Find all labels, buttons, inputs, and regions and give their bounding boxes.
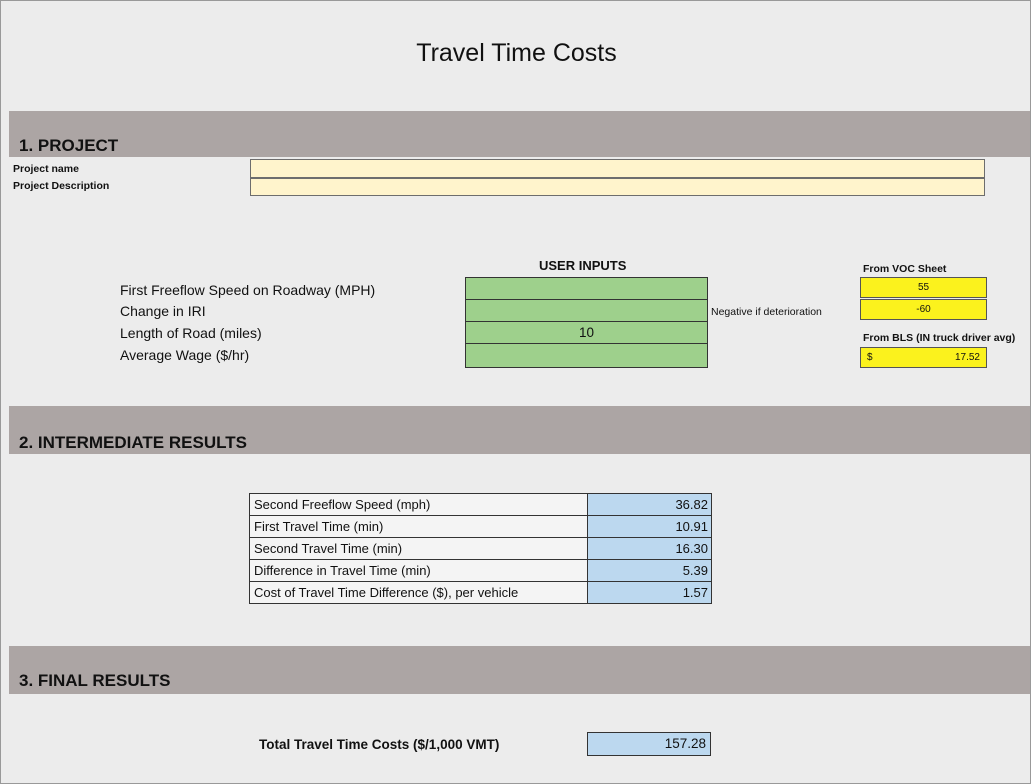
section-band-intermediate: 2. INTERMEDIATE RESULTS [9, 406, 1030, 454]
project-description-field[interactable] [250, 178, 985, 196]
negative-deterioration-note: Negative if deterioration [711, 306, 822, 318]
section-title-final: 3. FINAL RESULTS [19, 671, 171, 690]
section-band-project: 1. PROJECT [9, 111, 1030, 157]
result-value: 5.39 [587, 559, 712, 582]
bls-wage-amount: 17.52 [954, 352, 980, 363]
bls-header: From BLS (IN truck driver avg) [863, 332, 1016, 344]
travel-time-cost-sheet: Travel Time Costs 1. PROJECT Project nam… [0, 0, 1031, 784]
result-label: Second Freeflow Speed (mph) [249, 493, 588, 516]
result-value: 10.91 [587, 515, 712, 538]
table-row: Second Travel Time (min) 16.30 [249, 537, 712, 560]
road-length-input[interactable]: 10 [465, 321, 708, 344]
voc-sheet-header: From VOC Sheet [863, 263, 947, 275]
change-iri-label: Change in IRI [120, 303, 206, 319]
section-band-final: 3. FINAL RESULTS [9, 646, 1030, 694]
average-wage-label: Average Wage ($/hr) [120, 347, 250, 363]
voc-iri-value: -60 [860, 299, 987, 320]
average-wage-input[interactable] [465, 343, 708, 368]
result-value: 1.57 [587, 581, 712, 604]
section-title-intermediate: 2. INTERMEDIATE RESULTS [19, 433, 247, 452]
result-value: 36.82 [587, 493, 712, 516]
project-name-label: Project name [13, 163, 79, 175]
user-inputs-header: USER INPUTS [539, 258, 627, 273]
page-title: Travel Time Costs [416, 39, 617, 67]
freeflow-speed-label: First Freeflow Speed on Roadway (MPH) [120, 282, 376, 298]
project-description-label: Project Description [13, 180, 110, 192]
freeflow-speed-input[interactable] [465, 277, 708, 300]
currency-symbol: $ [867, 352, 873, 363]
project-name-field[interactable] [250, 159, 985, 178]
result-value: 16.30 [587, 537, 712, 560]
result-label: First Travel Time (min) [249, 515, 588, 538]
result-label: Cost of Travel Time Difference ($), per … [249, 581, 588, 604]
table-row: First Travel Time (min) 10.91 [249, 515, 712, 538]
result-label: Second Travel Time (min) [249, 537, 588, 560]
table-row: Cost of Travel Time Difference ($), per … [249, 581, 712, 604]
table-row: Second Freeflow Speed (mph) 36.82 [249, 493, 712, 516]
bls-wage-value: $ 17.52 [860, 347, 987, 368]
road-length-label: Length of Road (miles) [120, 325, 262, 341]
section-title-project: 1. PROJECT [19, 136, 119, 155]
change-iri-input[interactable] [465, 299, 708, 322]
result-label: Difference in Travel Time (min) [249, 559, 588, 582]
total-cost-value: 157.28 [587, 732, 711, 756]
intermediate-results-table: Second Freeflow Speed (mph) 36.82 First … [249, 493, 712, 604]
total-cost-label: Total Travel Time Costs ($/1,000 VMT) [259, 737, 500, 752]
voc-speed-value: 55 [860, 277, 987, 298]
table-row: Difference in Travel Time (min) 5.39 [249, 559, 712, 582]
